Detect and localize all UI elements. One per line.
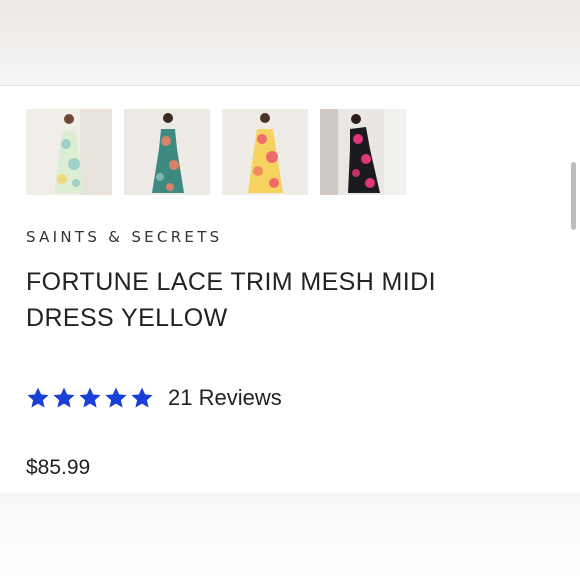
bottom-fade (0, 493, 580, 580)
thumbnail-1[interactable] (26, 109, 112, 195)
product-image-banner (0, 0, 580, 86)
scrollbar-thumb[interactable] (571, 162, 576, 230)
dress-photo-icon (124, 109, 210, 195)
star-icon (105, 387, 127, 408)
star-icon (131, 387, 153, 408)
dress-photo-icon (320, 109, 406, 195)
star-rating (26, 386, 154, 410)
brand-name[interactable]: SAINTS & SECRETS (26, 228, 222, 246)
product-title: FORTUNE LACE TRIM MESH MIDI DRESS YELLOW (26, 268, 436, 332)
star-icon (79, 387, 101, 408)
thumbnail-gallery (26, 109, 406, 195)
thumbnail-4[interactable] (320, 109, 406, 195)
thumbnail-3[interactable] (222, 109, 308, 195)
reviews-link[interactable]: 21 Reviews (168, 385, 282, 411)
dress-photo-icon (222, 109, 308, 195)
thumbnail-2[interactable] (124, 109, 210, 195)
rating-summary[interactable]: 21 Reviews (26, 383, 282, 413)
star-icon (27, 387, 49, 408)
dress-photo-icon (26, 109, 112, 195)
star-icon (53, 387, 75, 408)
product-price: $85.99 (26, 456, 91, 479)
